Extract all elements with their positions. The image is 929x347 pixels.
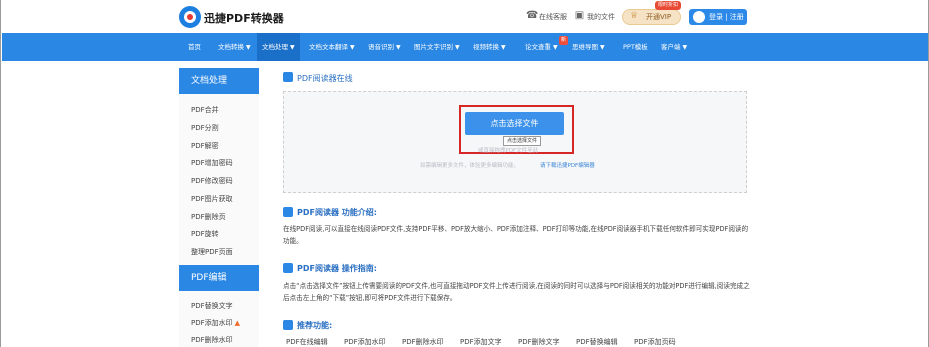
choose-file-button[interactable]: 点击选择文件 xyxy=(465,112,564,135)
avatar-icon xyxy=(693,11,705,23)
brand-name[interactable]: 迅捷PDF转换器 xyxy=(204,10,284,26)
sidebar-head-pdf-edit[interactable]: PDF编辑 xyxy=(179,265,259,291)
top-header: 迅捷PDF转换器 ☎ 在线客服 ▣ 我的文件 ♕ 开通VIP 限时折扣 登录 |… xyxy=(1,0,928,33)
nav-video-convert[interactable]: 视频转换 ▼ xyxy=(473,33,506,61)
app-window: 迅捷PDF转换器 ☎ 在线客服 ▣ 我的文件 ♕ 开通VIP 限时折扣 登录 |… xyxy=(0,0,929,347)
sidebar-item-pdf-replace-text[interactable]: PDF替换文字 xyxy=(191,301,233,311)
drag-hint: 或直接拖拽PDF文件至此 xyxy=(478,148,539,154)
sidebar-head-doc-process[interactable]: 文档处理 xyxy=(179,68,259,94)
recommend-item-delete-text[interactable]: PDF删除文字 xyxy=(518,337,560,347)
sidebar-item-pdf-delete-page[interactable]: PDF删除页 xyxy=(191,212,226,222)
customer-service-link[interactable]: 在线客服 xyxy=(539,12,567,22)
recommend-item-add-text[interactable]: PDF添加文字 xyxy=(460,337,502,347)
nav-client[interactable]: 客户端 ▼ xyxy=(661,33,687,61)
guide-text: 点击“点击选择文件”按钮上传需要阅读的PDF文件,也可直接拖动PDF文件上传进行… xyxy=(283,282,750,302)
sidebar-item-pdf-add-password[interactable]: PDF增加密码 xyxy=(191,158,233,168)
sidebar-item-organize-pages[interactable]: 整理PDF页面 xyxy=(191,247,233,257)
recommend-item-replace-edit[interactable]: PDF替换编辑 xyxy=(576,337,618,347)
sidebar-item-pdf-rotate[interactable]: PDF旋转 xyxy=(191,229,219,239)
nav-doc-convert[interactable]: 文档转换 ▼ xyxy=(218,33,251,61)
crown-icon: ♕ xyxy=(630,11,639,21)
nav-doc-process[interactable]: 文档处理 ▼ xyxy=(257,33,300,61)
sidebar-item-pdf-change-password[interactable]: PDF修改密码 xyxy=(191,176,233,186)
intro-icon xyxy=(283,207,293,217)
nav-speech-recognition[interactable]: 语音识别 ▼ xyxy=(368,33,401,61)
recommend-item-online-edit[interactable]: PDF在线编辑 xyxy=(286,337,328,347)
guide-icon xyxy=(283,263,293,273)
recommend-title: 推荐功能: xyxy=(297,321,333,330)
sidebar-item-pdf-add-watermark[interactable]: PDF添加水印 ▲ xyxy=(191,318,240,328)
main-nav: 首页 文档转换 ▼ 文档处理 ▼ 文档文本翻译 ▼ 语音识别 ▼ 图片文字识别 ▼ 视频转… xyxy=(2,33,928,61)
more-files-hint: 如需编辑更多文件，体验更多编辑功能， xyxy=(420,163,520,169)
sidebar-item-pdf-decrypt[interactable]: PDF解密 xyxy=(191,141,219,151)
sidebar-item-pdf-image-extract[interactable]: PDF图片获取 xyxy=(191,194,233,204)
recommend-item-remove-watermark[interactable]: PDF删除水印 xyxy=(402,337,444,347)
download-editor-link[interactable]: 请下载迅捷PDF编辑器 xyxy=(540,161,595,169)
new-badge: 新 xyxy=(559,36,568,45)
document-icon xyxy=(283,72,293,82)
nav-mind-map[interactable]: 思维导图 ▼ xyxy=(572,33,605,61)
section-title: PDF阅读器在线 xyxy=(297,74,353,83)
nav-doc-translate[interactable]: 文档文本翻译 ▼ xyxy=(309,33,355,61)
login-label[interactable]: 登录 | 注册 xyxy=(709,12,744,22)
headset-icon[interactable]: ☎ xyxy=(526,10,538,21)
guide-title: PDF阅读器 操作指南: xyxy=(297,264,377,273)
sidebar-item-pdf-split[interactable]: PDF分割 xyxy=(191,123,219,133)
brand-logo-icon[interactable] xyxy=(179,6,201,28)
nav-ppt-templates[interactable]: PPT模板 xyxy=(623,33,648,61)
recommend-item-add-page-number[interactable]: PDF添加页码 xyxy=(634,337,676,347)
vip-label[interactable]: 开通VIP xyxy=(646,12,671,22)
sidebar-item-pdf-remove-watermark[interactable]: PDF删除水印 xyxy=(191,335,233,345)
fire-icon: ▲ xyxy=(234,319,241,327)
sidebar: 文档处理 PDF合并 PDF分割 PDF解密 PDF增加密码 PDF修改密码 P… xyxy=(179,68,259,347)
nav-paper-check[interactable]: 论文查重 ▼ xyxy=(525,33,558,61)
sidebar-item-pdf-merge[interactable]: PDF合并 xyxy=(191,105,219,115)
intro-text: 在线PDF阅读,可以直接在线阅读PDF文件,支持PDF平移、PDF放大缩小、PD… xyxy=(283,225,749,245)
choose-file-tooltip: 点击选择文件 xyxy=(503,136,542,146)
vip-discount-badge: 限时折扣 xyxy=(655,1,682,10)
file-icon[interactable]: ▣ xyxy=(574,10,585,21)
nav-image-ocr[interactable]: 图片文字识别 ▼ xyxy=(414,33,460,61)
nav-home[interactable]: 首页 xyxy=(188,33,201,61)
my-files-link[interactable]: 我的文件 xyxy=(587,12,615,22)
intro-title: PDF阅读器 功能介绍: xyxy=(297,208,377,217)
recommend-item-add-watermark[interactable]: PDF添加水印 xyxy=(344,337,386,347)
recommend-icon xyxy=(283,320,293,330)
